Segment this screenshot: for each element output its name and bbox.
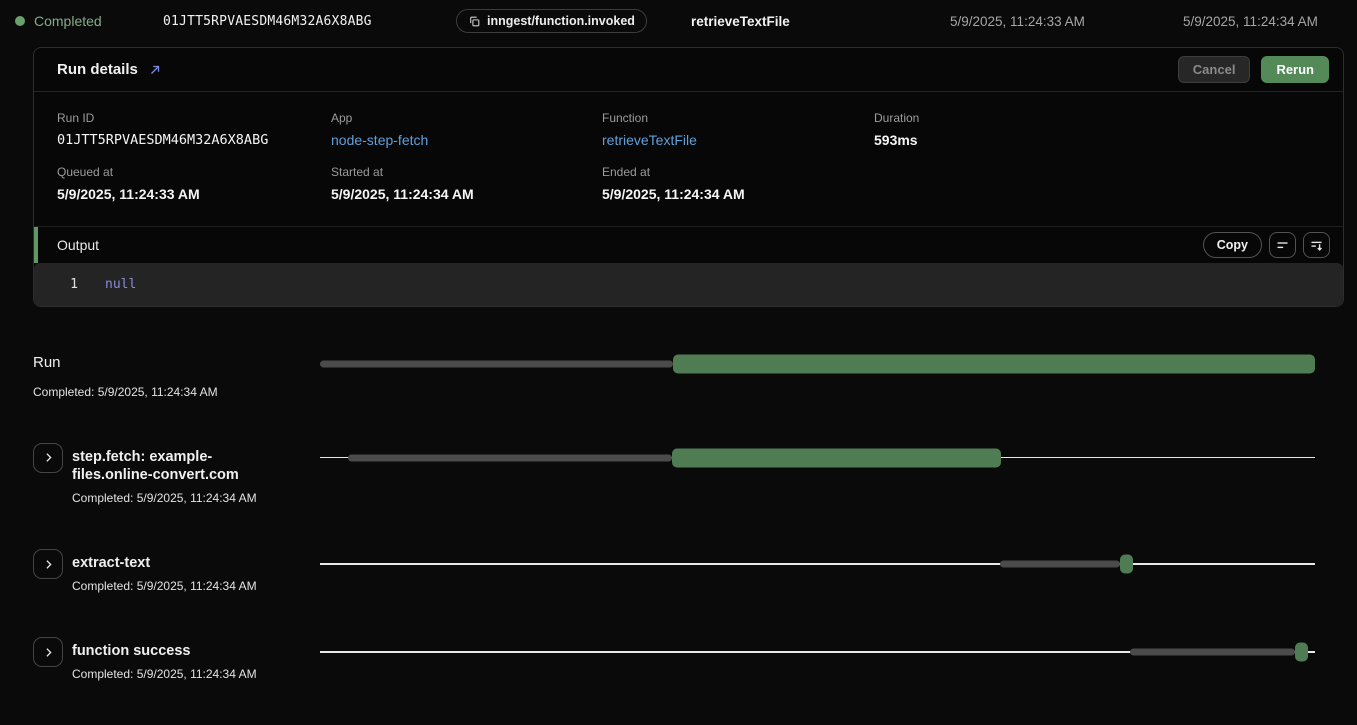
detail-field-value: 593ms <box>874 132 1320 148</box>
run-duration-bar <box>673 354 1315 373</box>
top-started-time: 5/9/2025, 11:24:34 AM <box>1183 0 1318 42</box>
copy-output-button[interactable]: Copy <box>1203 232 1262 258</box>
timeline-row: function success Completed: 5/9/2025, 11:… <box>33 637 1315 681</box>
queued-duration-bar <box>348 454 672 461</box>
queued-duration-bar <box>1130 649 1295 656</box>
queued-duration-bar <box>1000 561 1120 568</box>
run-duration-bar <box>672 448 1000 467</box>
detail-field: Run ID 01JTT5RPVAESDM46M32A6X8ABG <box>57 111 331 148</box>
detail-field-label: Ended at <box>602 165 874 179</box>
step-completed-time: Completed: 5/9/2025, 11:24:34 AM <box>72 491 280 505</box>
chevron-right-icon <box>42 646 55 659</box>
top-bar: Completed 01JTT5RPVAESDM46M32A6X8ABG inn… <box>0 0 1357 42</box>
expand-step-button[interactable] <box>33 549 63 579</box>
step-completed-time: Completed: 5/9/2025, 11:24:34 AM <box>72 667 257 681</box>
detail-field-link[interactable]: node-step-fetch <box>331 132 602 148</box>
expand-step-button[interactable] <box>33 443 63 473</box>
timeline-row: step.fetch: example-files.online-convert… <box>33 443 1315 506</box>
step-timeline-track <box>320 353 1315 374</box>
step-timeline-track <box>320 443 1315 473</box>
detail-field-value: 5/9/2025, 11:24:34 AM <box>602 186 874 202</box>
detail-field-value: 5/9/2025, 11:24:34 AM <box>331 186 602 202</box>
output-header: Output Copy <box>34 226 1343 263</box>
step-name: Run <box>33 353 218 373</box>
chevron-right-icon <box>42 558 55 571</box>
wrap-text-button[interactable] <box>1269 232 1296 258</box>
output-title: Output <box>57 237 99 253</box>
top-function-name: retrieveTextFile <box>691 0 790 42</box>
detail-field-label: App <box>331 111 602 125</box>
detail-field-link[interactable]: retrieveTextFile <box>602 132 874 148</box>
queued-duration-bar <box>320 360 673 367</box>
event-name-badge[interactable]: inngest/function.invoked <box>456 9 647 33</box>
detail-field: App node-step-fetch <box>331 111 602 148</box>
cancel-button[interactable]: Cancel <box>1178 56 1251 83</box>
panel-title: Run details <box>57 61 138 78</box>
run-duration-bar <box>1120 555 1133 574</box>
panel-header: Run details Cancel Rerun <box>34 48 1343 92</box>
scroll-to-bottom-button[interactable] <box>1303 232 1330 258</box>
step-name: function success <box>72 637 257 661</box>
run-duration-bar <box>1295 643 1308 662</box>
run-timeline: Run Completed: 5/9/2025, 11:24:34 AM step.… <box>33 353 1315 681</box>
scroll-to-bottom-icon <box>1309 238 1324 253</box>
detail-field-label: Duration <box>874 111 1320 125</box>
output-accent-bar <box>34 227 38 263</box>
line-number: 1 <box>34 277 78 292</box>
timeline-baseline <box>320 563 1315 565</box>
timeline-row-info: extract-text Completed: 5/9/2025, 11:24:3… <box>33 549 320 593</box>
copy-icon <box>468 15 481 28</box>
step-completed-time: Completed: 5/9/2025, 11:24:34 AM <box>72 579 257 593</box>
detail-field-label: Function <box>602 111 874 125</box>
step-timeline-track <box>320 549 1315 579</box>
run-details-panel: Run details Cancel Rerun Run ID 01JTT5RPV… <box>33 47 1344 307</box>
timeline-row-info: function success Completed: 5/9/2025, 11:… <box>33 637 320 681</box>
open-external-link[interactable] <box>148 63 162 77</box>
detail-field: Duration 593ms <box>874 111 1320 148</box>
detail-field: Started at 5/9/2025, 11:24:34 AM <box>331 165 602 202</box>
detail-field: Queued at 5/9/2025, 11:24:33 AM <box>57 165 331 202</box>
event-badge-label: inngest/function.invoked <box>487 14 635 28</box>
wrap-text-icon <box>1275 238 1290 253</box>
step-timeline-track <box>320 637 1315 667</box>
detail-field: Function retrieveTextFile <box>602 111 874 148</box>
timeline-row: Run Completed: 5/9/2025, 11:24:34 AM <box>33 353 1315 399</box>
top-queued-time: 5/9/2025, 11:24:33 AM <box>950 0 1085 42</box>
step-completed-time: Completed: 5/9/2025, 11:24:34 AM <box>33 385 218 399</box>
status-label: Completed <box>34 13 102 29</box>
output-code-area[interactable]: 1 null <box>34 263 1343 306</box>
detail-field-label: Queued at <box>57 165 331 179</box>
run-status: Completed <box>15 0 102 42</box>
detail-field-value: 01JTT5RPVAESDM46M32A6X8ABG <box>57 132 331 148</box>
rerun-button[interactable]: Rerun <box>1261 56 1329 83</box>
details-grid: Run ID 01JTT5RPVAESDM46M32A6X8ABGApp node-… <box>34 92 1343 226</box>
expand-step-button[interactable] <box>33 637 63 667</box>
external-arrow-icon <box>148 63 162 77</box>
detail-field-value: 5/9/2025, 11:24:33 AM <box>57 186 331 202</box>
step-name: step.fetch: example-files.online-convert… <box>72 443 280 486</box>
step-name: extract-text <box>72 549 257 573</box>
detail-field: Ended at 5/9/2025, 11:24:34 AM <box>602 165 874 202</box>
timeline-row-info: step.fetch: example-files.online-convert… <box>33 443 320 506</box>
timeline-row: extract-text Completed: 5/9/2025, 11:24:3… <box>33 549 1315 593</box>
timeline-row-info: Run Completed: 5/9/2025, 11:24:34 AM <box>33 353 320 399</box>
detail-field-label: Started at <box>331 165 602 179</box>
status-dot-icon <box>15 16 25 26</box>
top-run-id: 01JTT5RPVAESDM46M32A6X8ABG <box>163 0 372 42</box>
chevron-right-icon <box>42 451 55 464</box>
detail-field-label: Run ID <box>57 111 331 125</box>
code-token: null <box>105 277 136 292</box>
